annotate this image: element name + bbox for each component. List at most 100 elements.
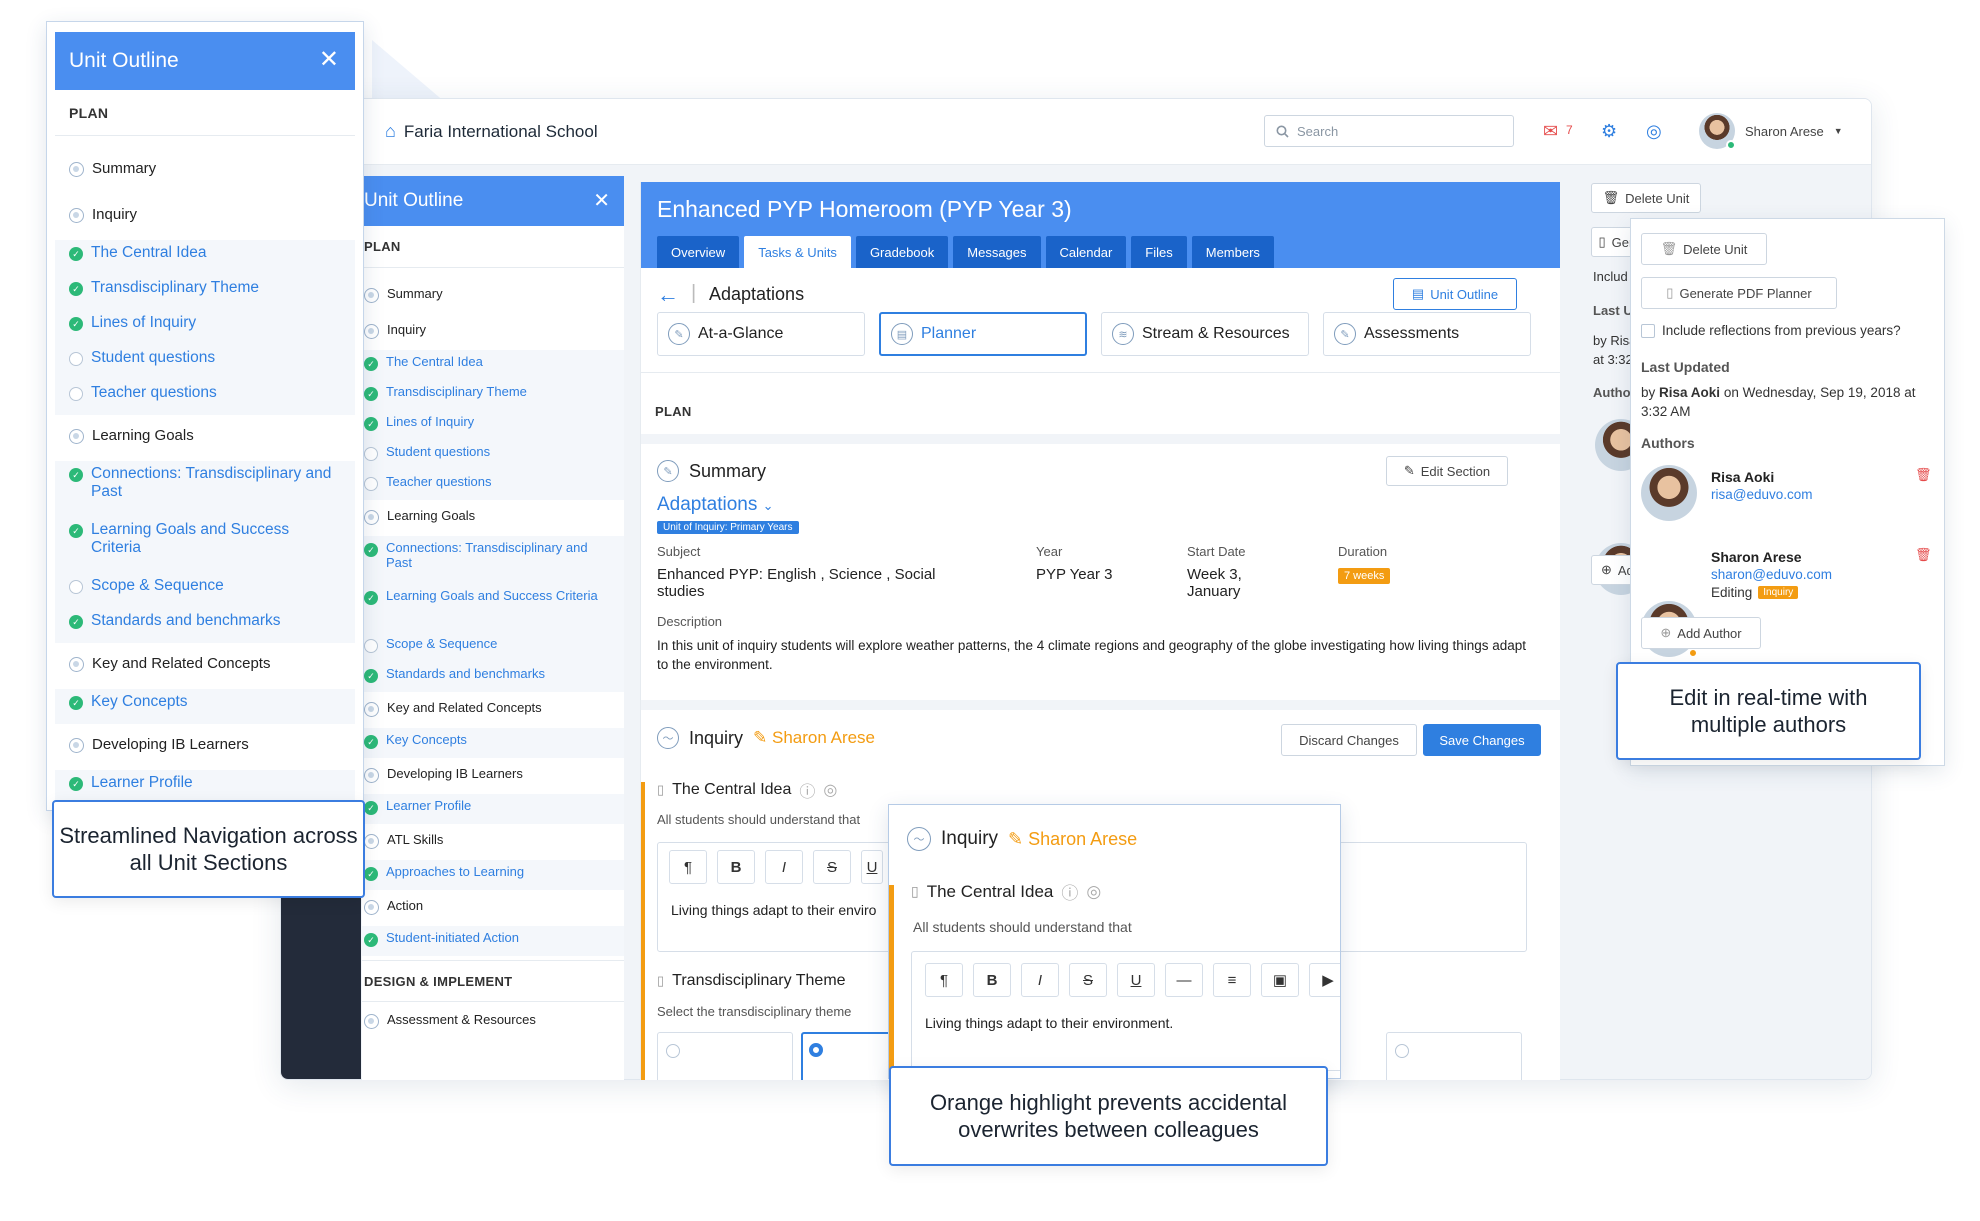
outline-item[interactable]: Student questions xyxy=(362,440,624,470)
save-changes-button[interactable]: Save Changes xyxy=(1423,724,1541,756)
school-brand[interactable]: ⌂ Faria International School xyxy=(385,121,598,142)
trash-icon[interactable]: 🗑 xyxy=(1915,467,1932,483)
view-tab-at-a-glance[interactable]: ✎ At-a-Glance xyxy=(657,312,865,356)
toolbar-button[interactable]: I xyxy=(1021,963,1059,997)
outline-item[interactable]: Summary xyxy=(55,148,355,194)
discard-changes-button[interactable]: Discard Changes xyxy=(1281,724,1417,756)
outline-item[interactable]: Inquiry xyxy=(362,314,624,350)
outline-item[interactable]: ✓ Learner Profile xyxy=(362,794,624,824)
author-email[interactable]: risa@eduvo.com xyxy=(1711,487,1813,502)
trash-icon[interactable]: 🗑 xyxy=(1915,547,1932,563)
radio-selected xyxy=(809,1043,823,1057)
outline-item[interactable]: ✓ Student-initiated Action xyxy=(362,926,624,956)
toolbar-button[interactable]: — xyxy=(1165,963,1203,997)
gear-icon[interactable]: ⚙ xyxy=(1601,121,1617,142)
author-name: Sharon Arese xyxy=(1711,549,1802,565)
toolbar-button[interactable]: ▣ xyxy=(1261,963,1299,997)
delete-unit-button-bg[interactable]: 🗑 Delete Unit xyxy=(1591,183,1701,213)
mail-icon[interactable]: ✉ xyxy=(1543,121,1558,142)
outline-item[interactable]: Teacher questions xyxy=(55,380,355,415)
outline-item[interactable]: Developing IB Learners xyxy=(362,758,624,794)
outline-item[interactable]: ✓ Connections: Transdisciplinary and Past xyxy=(362,536,624,584)
toolbar-button[interactable]: I xyxy=(765,850,803,884)
outline-items: Summary Inquiry ✓ The Central Idea ✓ Transdis… xyxy=(55,136,355,805)
central-idea-text[interactable]: Living things adapt to their enviro xyxy=(671,902,876,918)
outline-item[interactable]: Scope & Sequence xyxy=(362,632,624,662)
popover-central-text[interactable]: Living things adapt to their environment… xyxy=(925,1015,1173,1031)
outline-item[interactable]: ✓ Lines of Inquiry xyxy=(362,410,624,440)
outline-item[interactable]: Learning Goals xyxy=(55,415,355,461)
tab-messages[interactable]: Messages xyxy=(953,236,1041,268)
toolbar-button[interactable]: S xyxy=(1069,963,1107,997)
unit-outline-button[interactable]: ▤ Unit Outline xyxy=(1393,278,1517,310)
toolbar-button[interactable]: U xyxy=(861,850,883,884)
outline-item[interactable]: Learning Goals xyxy=(362,500,624,536)
outline-item[interactable]: ✓ The Central Idea xyxy=(55,240,355,275)
tab-calendar[interactable]: Calendar xyxy=(1045,236,1127,268)
outline-item[interactable]: Scope & Sequence xyxy=(55,573,355,608)
empty-circle-icon xyxy=(69,387,83,401)
outline-item[interactable]: Action xyxy=(362,890,624,926)
outline-item[interactable]: ✓ Key Concepts xyxy=(55,689,355,724)
theme-option[interactable] xyxy=(1386,1032,1522,1080)
outline-item-label: Inquiry xyxy=(92,206,138,223)
delete-unit-button[interactable]: 🗑 Delete Unit xyxy=(1641,233,1767,265)
back-arrow-icon[interactable]: ← xyxy=(657,282,679,308)
tab-tasks-units[interactable]: Tasks & Units xyxy=(744,236,851,268)
search-input[interactable]: Search xyxy=(1264,115,1514,147)
include-reflections-bg[interactable]: Includ xyxy=(1593,269,1628,284)
toolbar-button[interactable]: ¶ xyxy=(925,963,963,997)
toolbar-button[interactable]: ▶ xyxy=(1309,963,1340,997)
close-icon[interactable]: ✕ xyxy=(319,45,339,74)
generate-pdf-button[interactable]: ▯ Generate PDF Planner xyxy=(1641,277,1837,309)
toolbar-button[interactable]: ¶ xyxy=(669,850,707,884)
check-circle-icon: ✓ xyxy=(364,387,378,401)
view-tab-planner[interactable]: ▤ Planner xyxy=(879,312,1087,356)
checkbox[interactable] xyxy=(1641,323,1655,338)
outline-item[interactable]: ✓ Lines of Inquiry xyxy=(55,310,355,345)
outline-item[interactable]: Summary xyxy=(362,278,624,314)
top-bar: ⌂ Faria International School Search ✉ 7 … xyxy=(281,99,1871,165)
outline-item[interactable]: ✓ The Central Idea xyxy=(362,350,624,380)
outline-item[interactable]: ✓ Standards and benchmarks xyxy=(362,662,624,692)
outline-item[interactable]: ✓ Approaches to Learning xyxy=(362,860,624,890)
toolbar-button[interactable]: B xyxy=(973,963,1011,997)
view-tab-assessments[interactable]: ✎ Assessments xyxy=(1323,312,1531,356)
author-email[interactable]: sharon@eduvo.com xyxy=(1711,567,1832,582)
outline-item[interactable]: Inquiry xyxy=(55,194,355,240)
outline-item-assessment[interactable]: Assessment & Resources xyxy=(362,1012,624,1029)
toolbar-button[interactable]: U xyxy=(1117,963,1155,997)
outline-item[interactable]: Key and Related Concepts xyxy=(362,692,624,728)
outline-item[interactable]: ✓ Learning Goals and Success Criteria xyxy=(55,517,355,573)
help-icon[interactable]: ◎ xyxy=(1646,121,1662,142)
user-menu[interactable]: Sharon Arese ▼ xyxy=(1699,113,1843,150)
unit-title-dropdown[interactable]: Adaptations ⌄ xyxy=(657,494,774,516)
outline-item[interactable]: Student questions xyxy=(55,345,355,380)
view-tab-stream-resources[interactable]: ≋ Stream & Resources xyxy=(1101,312,1309,356)
summary-heading: ✎ Summary xyxy=(657,460,766,482)
tab-overview[interactable]: Overview xyxy=(657,236,740,268)
tab-members[interactable]: Members xyxy=(1191,236,1274,268)
include-reflections-checkbox[interactable]: Include reflections from previous years? xyxy=(1641,323,1901,338)
outline-item[interactable]: ✓ Standards and benchmarks xyxy=(55,608,355,643)
toolbar-button[interactable]: S xyxy=(813,850,851,884)
edit-section-button[interactable]: ✎ Edit Section xyxy=(1386,456,1508,486)
outline-item[interactable]: ✓ Connections: Transdisciplinary and Past xyxy=(55,461,355,517)
outline-item[interactable]: Teacher questions xyxy=(362,470,624,500)
outline-item[interactable]: Key and Related Concepts xyxy=(55,643,355,689)
toolbar-button[interactable]: ≡ xyxy=(1213,963,1251,997)
outline-item[interactable]: ✓ Learning Goals and Success Criteria xyxy=(362,584,624,632)
outline-item[interactable]: ✓ Transdisciplinary Theme xyxy=(55,275,355,310)
empty-circle-icon xyxy=(364,639,378,653)
tab-gradebook[interactable]: Gradebook xyxy=(855,236,949,268)
outline-item[interactable]: Developing IB Learners xyxy=(55,724,355,770)
outline-item[interactable]: ✓ Transdisciplinary Theme xyxy=(362,380,624,410)
outline-item[interactable]: ATL Skills xyxy=(362,824,624,860)
trash-icon: 🗑 xyxy=(1660,241,1678,256)
close-icon[interactable]: ✕ xyxy=(593,188,610,213)
add-author-button[interactable]: ⊕ Add Author xyxy=(1641,617,1761,649)
toolbar-button[interactable]: B xyxy=(717,850,755,884)
outline-item[interactable]: ✓ Key Concepts xyxy=(362,728,624,758)
tab-files[interactable]: Files xyxy=(1131,236,1187,268)
theme-option[interactable] xyxy=(657,1032,793,1080)
